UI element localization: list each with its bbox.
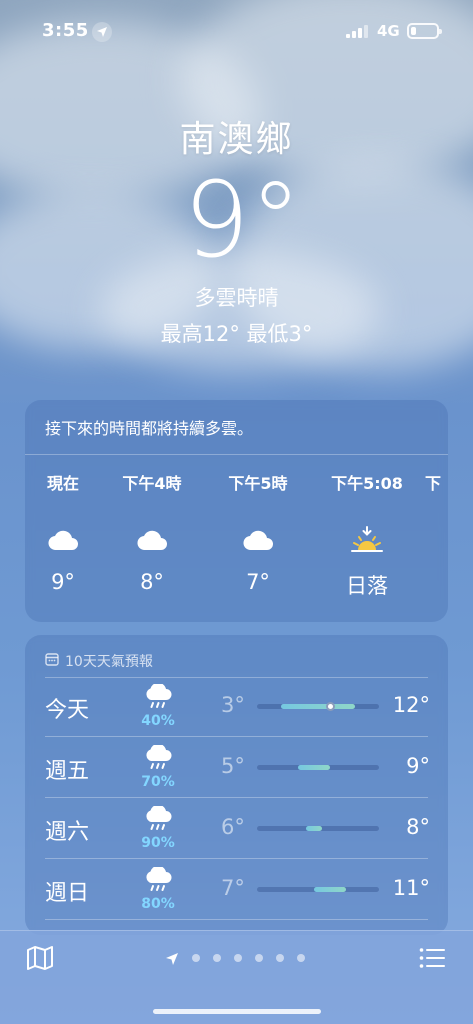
high-low-temperature: 最高12° 最低3° [160, 322, 313, 346]
range-fill [297, 765, 331, 770]
hour-temperature: 9° [51, 570, 75, 594]
page-dot [255, 954, 263, 962]
hour-label: 下午5時 [228, 474, 288, 493]
ten-day-title: 10天天氣預報 [65, 654, 153, 670]
low-temperature: 5° [221, 754, 245, 778]
cloud-icon [25, 520, 103, 560]
current-temp-marker [325, 702, 335, 711]
daily-row[interactable]: 週六 90% 6° 8° [25, 798, 448, 859]
high-temperature: 11° [392, 876, 430, 900]
temperature-range-bar [257, 765, 379, 770]
battery-icon [407, 23, 442, 39]
hour-label: 下午4時 [122, 474, 182, 493]
list-icon[interactable] [419, 947, 445, 969]
range-fill [305, 826, 323, 831]
daily-row[interactable]: 今天 40% 3° 12° [25, 676, 448, 737]
hour-temperature: 8° [140, 570, 164, 594]
hour-label: 現在 [46, 474, 79, 493]
status-bar: 3:55 4G [0, 0, 473, 60]
precip-chance: 70% [141, 774, 175, 790]
cloud-rain-icon [143, 804, 173, 834]
low-temperature: 3° [221, 693, 245, 717]
page-dot [234, 954, 242, 962]
page-dot [192, 954, 200, 962]
calendar-icon [45, 652, 59, 670]
hour-label: 下午5:08 [331, 474, 403, 493]
hour-temperature: 7° [246, 570, 270, 594]
bottom-toolbar [0, 930, 473, 1024]
hour-item: 下午5:08 日落 [322, 470, 412, 600]
cloud-rain-icon [143, 743, 173, 773]
current-temperature: 9° [183, 159, 302, 281]
day-label: 週日 [45, 881, 90, 906]
current-location-icon [165, 951, 179, 965]
daily-row[interactable]: 週五 70% 5° 9° [25, 737, 448, 798]
page-dot [276, 954, 284, 962]
cloud-icon [218, 520, 298, 560]
ten-day-forecast-card[interactable]: 10天天氣預報 今天 40% 3° 12° 週五 70% 5° 9° 週六 90… [25, 635, 448, 935]
cloud-icon [112, 520, 192, 560]
location-arrow-icon [92, 22, 112, 42]
temperature-range-bar [257, 826, 379, 831]
temperature-range-bar [257, 702, 379, 711]
weather-condition: 多雲時晴 [194, 286, 279, 310]
hourly-forecast-card[interactable]: 接下來的時間都將持續多雲。 現在 9° 下午4時 8° 下午5時 7° 下午5:… [25, 400, 448, 622]
low-temperature: 6° [221, 815, 245, 839]
hour-label: 下 [425, 474, 442, 493]
range-fill [281, 704, 355, 709]
hourly-scroll[interactable]: 現在 9° 下午4時 8° 下午5時 7° 下午5:08 日落 下 [25, 470, 448, 620]
low-temperature: 7° [221, 876, 245, 900]
high-temperature: 12° [392, 693, 430, 717]
precip-chance: 80% [141, 896, 175, 912]
hour-item: 下 [425, 470, 448, 496]
high-temperature: 8° [406, 815, 430, 839]
cellular-signal-icon [346, 24, 368, 38]
temperature-range-bar [257, 887, 379, 892]
precip-chance: 40% [141, 713, 175, 729]
hour-item: 下午4時 8° [112, 470, 192, 594]
hour-item: 下午5時 7° [218, 470, 298, 594]
ten-day-header: 10天天氣預報 [45, 651, 153, 671]
day-label: 今天 [45, 698, 90, 723]
city-name: 南澳鄉 [179, 119, 294, 160]
day-label: 週五 [45, 759, 90, 784]
hour-temperature: 日落 [346, 574, 388, 598]
network-type: 4G [377, 22, 400, 40]
cloud-rain-icon [143, 682, 173, 712]
sunset-icon [322, 520, 412, 560]
high-temperature: 9° [406, 754, 430, 778]
precip-chance: 90% [141, 835, 175, 851]
map-icon[interactable] [26, 945, 54, 971]
page-indicator[interactable] [165, 951, 305, 965]
range-fill [313, 887, 347, 892]
cloud-rain-icon [143, 865, 173, 895]
daily-row[interactable]: 週日 80% 7° 11° [25, 859, 448, 920]
divider [45, 919, 428, 920]
hour-item: 現在 9° [25, 470, 103, 594]
status-time: 3:55 [42, 20, 89, 41]
day-label: 週六 [45, 820, 90, 845]
page-dot [297, 954, 305, 962]
current-weather-header: 南澳鄉 9° 多雲時晴 最高12° 最低3° [0, 110, 473, 348]
home-indicator[interactable] [153, 1009, 321, 1014]
hourly-summary: 接下來的時間都將持續多雲。 [25, 400, 448, 455]
page-dot [213, 954, 221, 962]
